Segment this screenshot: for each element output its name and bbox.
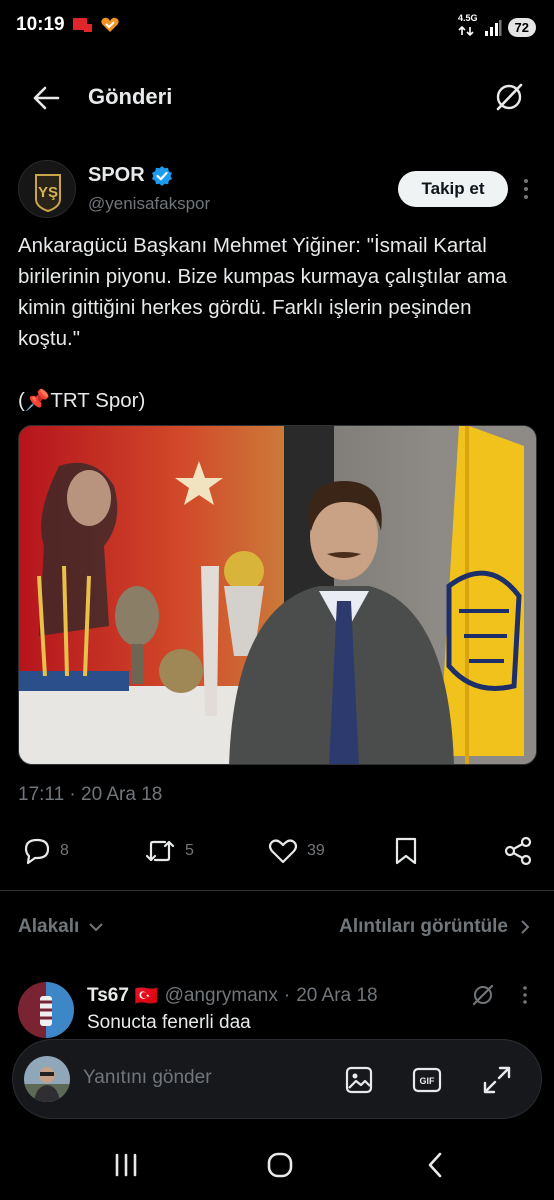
header: Gönderi xyxy=(0,60,554,136)
reply-text: Sonucta fenerli daa xyxy=(87,1012,251,1033)
view-quotes-label: Alıntıları görüntüle xyxy=(339,916,508,937)
retweet-action[interactable]: 5 xyxy=(143,836,194,866)
tweet-timestamp[interactable]: 17:11 · 20 Ara 18 xyxy=(18,784,162,806)
reply-more-options-icon[interactable] xyxy=(518,984,532,1006)
reply-compose-bar: Yanıtını gönder GIF xyxy=(12,1039,542,1119)
svg-text:YŞ: YŞ xyxy=(38,184,58,201)
reply-author-handle[interactable]: @angrymanx xyxy=(165,985,278,1007)
tweet-photo[interactable] xyxy=(18,425,537,765)
chevron-right-icon xyxy=(521,920,530,934)
tweet-actions: 8 5 39 xyxy=(0,828,554,876)
yenisafak-logo-icon: YŞ xyxy=(19,161,75,217)
reply-header: Ts67 🇹🇷 @angrymanx · 20 Ara 18 xyxy=(87,984,378,1008)
recent-apps-icon[interactable] xyxy=(108,1150,144,1180)
reply-separator: · xyxy=(283,985,291,1006)
reply-action[interactable]: 8 xyxy=(22,836,69,866)
related-sort-dropdown[interactable]: Alakalı xyxy=(18,916,105,938)
follow-button[interactable]: Takip et xyxy=(398,171,508,207)
reply-input[interactable]: Yanıtını gönder xyxy=(83,1067,212,1089)
trabzonspor-avatar-icon xyxy=(18,982,74,1038)
related-label: Alakalı xyxy=(18,916,80,937)
author-handle[interactable]: @yenisafakspor xyxy=(88,194,210,214)
turkey-flag-icon: 🇹🇷 xyxy=(134,986,159,1007)
reply-avatar[interactable] xyxy=(18,982,74,1038)
battery-indicator: 72 xyxy=(507,18,536,37)
bookmark-icon[interactable] xyxy=(392,836,420,866)
home-icon[interactable] xyxy=(262,1150,298,1180)
photo-illustration xyxy=(19,426,536,764)
status-time: 10:19 xyxy=(16,14,65,35)
image-icon[interactable] xyxy=(343,1064,375,1096)
verified-badge-icon xyxy=(151,165,172,186)
retweet-count: 5 xyxy=(185,842,194,859)
svg-text:GIF: GIF xyxy=(420,1076,436,1086)
heart-icon xyxy=(268,839,298,864)
tweet-text: Ankaragücü Başkanı Mehmet Yiğiner: "İsma… xyxy=(18,234,507,412)
divider xyxy=(0,890,554,891)
user-avatar[interactable] xyxy=(24,1056,70,1102)
gif-icon[interactable]: GIF xyxy=(411,1064,443,1096)
back-nav-icon[interactable] xyxy=(418,1150,454,1180)
data-arrows-icon xyxy=(458,25,474,37)
status-notification-icons xyxy=(72,16,120,34)
view-quotes-link[interactable]: Alıntıları görüntüle xyxy=(339,916,532,938)
notification-heart-icon xyxy=(101,17,119,32)
author-avatar[interactable]: YŞ xyxy=(18,160,76,218)
back-arrow-icon[interactable] xyxy=(30,82,62,114)
reply-icon xyxy=(24,838,50,865)
reply-date[interactable]: 20 Ara 18 xyxy=(296,985,377,1007)
like-count: 39 xyxy=(307,842,325,859)
reply-count: 8 xyxy=(60,842,69,859)
page-title: Gönderi xyxy=(88,84,173,109)
author-name-text: SPOR xyxy=(88,164,145,186)
reply-grok-icon[interactable] xyxy=(470,982,496,1008)
status-system-icons: 4.5G 72 xyxy=(458,14,536,41)
share-icon[interactable] xyxy=(502,836,534,866)
chevron-down-icon xyxy=(89,923,103,932)
grok-icon[interactable] xyxy=(492,80,526,114)
retweet-icon xyxy=(145,840,175,862)
reply-author-name[interactable]: Ts67 xyxy=(87,985,129,1007)
signal-icon xyxy=(484,19,502,36)
system-navigation-bar xyxy=(0,1130,554,1200)
author-name[interactable]: SPOR xyxy=(88,164,173,187)
user-avatar-image xyxy=(24,1056,70,1102)
more-options-icon[interactable] xyxy=(518,176,534,202)
notification-app-icon xyxy=(73,18,92,32)
status-bar: 10:19 4.5G 72 xyxy=(0,0,554,56)
like-action[interactable]: 39 xyxy=(267,836,325,866)
expand-icon[interactable] xyxy=(481,1064,513,1096)
network-indicator: 4.5G xyxy=(458,14,478,41)
